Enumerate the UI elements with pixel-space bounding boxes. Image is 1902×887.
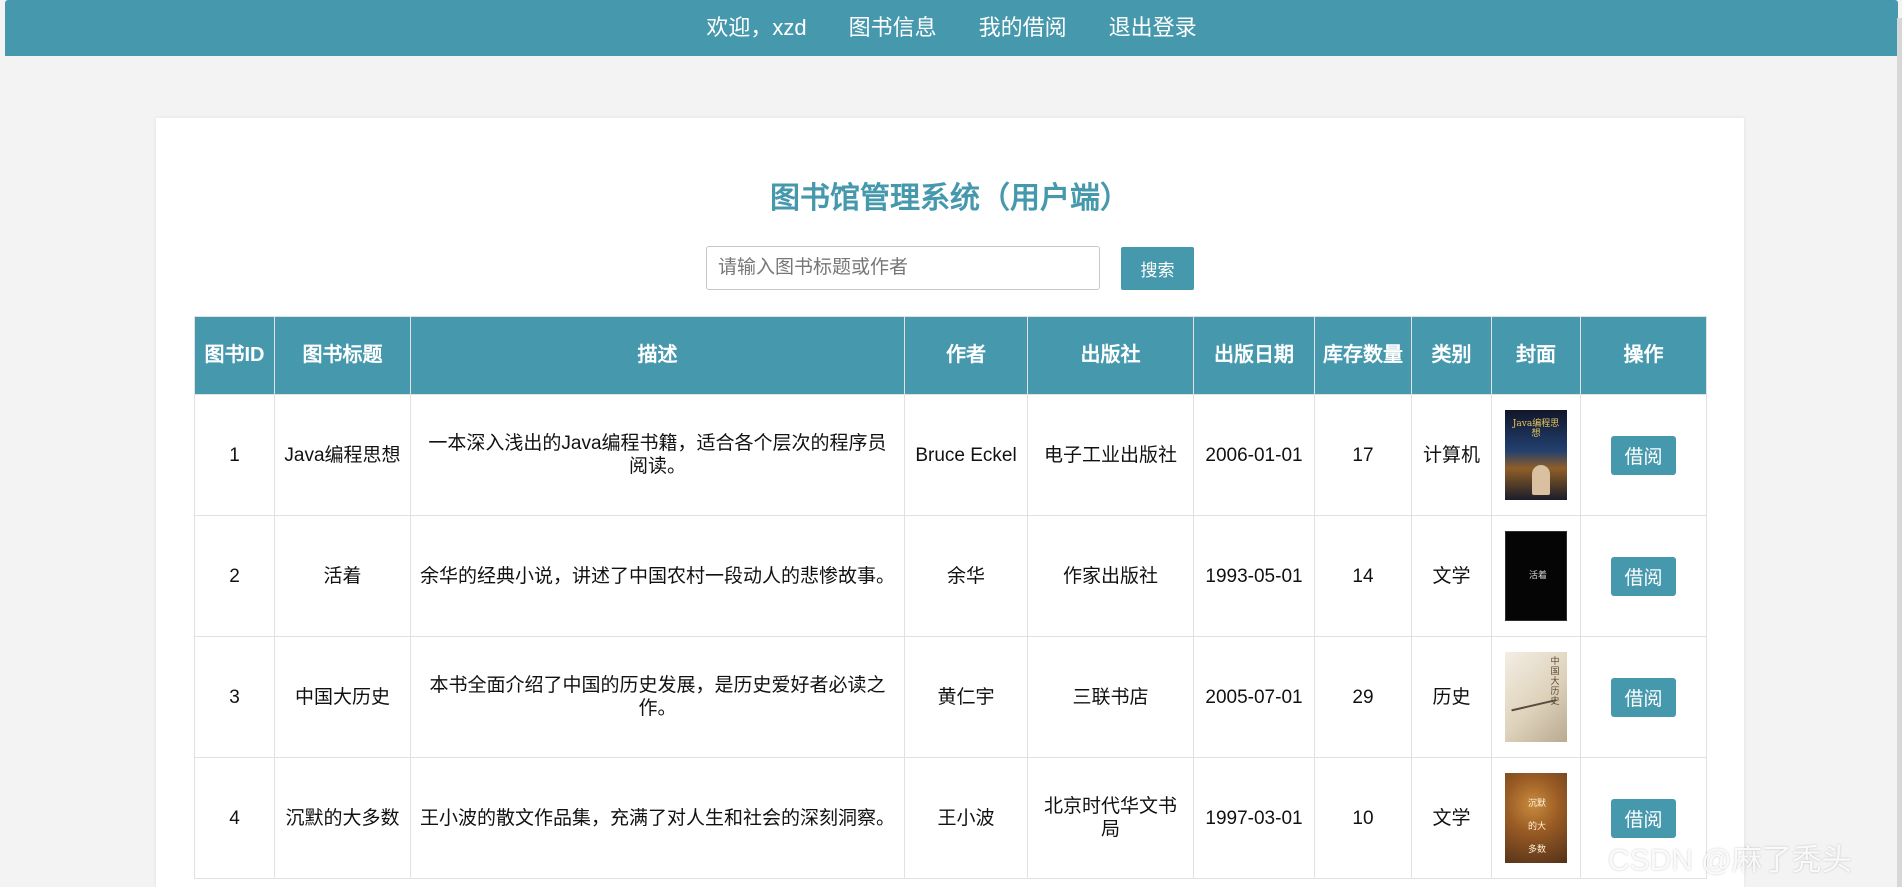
book-cover-cell: Java编程思想 bbox=[1491, 394, 1581, 516]
book-description-cell: 王小波的散文作品集，充满了对人生和社会的深刻洞察。 bbox=[410, 757, 905, 879]
book-action-cell: 借阅 bbox=[1580, 394, 1707, 516]
header-publish-date: 出版日期 bbox=[1193, 316, 1315, 395]
book-id-cell: 4 bbox=[194, 757, 275, 879]
book-category-cell: 计算机 bbox=[1411, 394, 1492, 516]
borrow-button[interactable]: 借阅 bbox=[1611, 677, 1676, 717]
csdn-watermark: CSDN @麻了秃头 bbox=[1608, 844, 1852, 877]
main-panel: 图书馆管理系统（用户端） 搜索 图书ID 图书标题 描述 作者 出版社 出版日期… bbox=[156, 118, 1744, 887]
book-author-cell: Bruce Eckel bbox=[904, 394, 1028, 516]
book-date-cell: 2006-01-01 bbox=[1193, 394, 1315, 516]
book-description-cell: 本书全面介绍了中国的历史发展，是历史爱好者必读之作。 bbox=[410, 636, 905, 758]
book-description-cell: 余华的经典小说，讲述了中国农村一段动人的悲惨故事。 bbox=[410, 515, 905, 637]
vertical-scrollbar[interactable] bbox=[1897, 18, 1902, 887]
book-id-cell: 1 bbox=[194, 394, 275, 516]
header-author: 作者 bbox=[904, 316, 1028, 395]
header-book-id: 图书ID bbox=[194, 316, 275, 395]
book-cover-cell: 中国大历史 bbox=[1491, 636, 1581, 758]
book-title-cell: 中国大历史 bbox=[274, 636, 411, 758]
borrow-button[interactable]: 借阅 bbox=[1611, 556, 1676, 596]
search-button[interactable]: 搜索 bbox=[1121, 247, 1194, 290]
book-publisher-cell: 三联书店 bbox=[1027, 636, 1194, 758]
logout-nav-link[interactable]: 退出登录 bbox=[1109, 0, 1197, 56]
book-stock-cell: 17 bbox=[1314, 394, 1412, 516]
header-category: 类别 bbox=[1411, 316, 1492, 395]
book-id-cell: 2 bbox=[194, 515, 275, 637]
book-stock-cell: 10 bbox=[1314, 757, 1412, 879]
books-table: 图书ID 图书标题 描述 作者 出版社 出版日期 库存数量 类别 封面 操作 1… bbox=[194, 316, 1707, 879]
java-book-cover-image: Java编程思想 bbox=[1505, 410, 1567, 500]
my-borrows-nav-link[interactable]: 我的借阅 bbox=[979, 0, 1067, 56]
book-title-cell: 活着 bbox=[274, 515, 411, 637]
book-action-cell: 借阅 bbox=[1580, 515, 1707, 637]
top-navigation-bar: 欢迎，xzd 图书信息 我的借阅 退出登录 bbox=[5, 0, 1898, 56]
huozhe-book-cover-label: 活着 bbox=[1528, 571, 1547, 581]
borrow-button[interactable]: 借阅 bbox=[1611, 435, 1676, 475]
history-book-cover-image: 中国大历史 bbox=[1505, 652, 1567, 742]
book-category-cell: 文学 bbox=[1411, 515, 1492, 637]
book-action-cell: 借阅 bbox=[1580, 636, 1707, 758]
cover-portrait-shape bbox=[1532, 465, 1550, 495]
book-info-nav-link[interactable]: 图书信息 bbox=[849, 0, 937, 56]
search-input[interactable] bbox=[706, 246, 1100, 290]
cover-brush-stroke bbox=[1511, 699, 1561, 729]
book-title-cell: Java编程思想 bbox=[274, 394, 411, 516]
table-row: 2 活着 余华的经典小说，讲述了中国农村一段动人的悲惨故事。 余华 作家出版社 … bbox=[194, 515, 1707, 637]
header-publisher: 出版社 bbox=[1027, 316, 1194, 395]
book-date-cell: 2005-07-01 bbox=[1193, 636, 1315, 758]
book-publisher-cell: 北京时代华文书局 bbox=[1027, 757, 1194, 879]
silent-majority-book-cover-image: 沉默的大多数 bbox=[1505, 773, 1567, 863]
page-title: 图书馆管理系统（用户端） bbox=[770, 182, 1130, 215]
header-description: 描述 bbox=[410, 316, 905, 395]
book-author-cell: 黄仁宇 bbox=[904, 636, 1028, 758]
book-description-cell: 一本深入浅出的Java编程书籍，适合各个层次的程序员阅读。 bbox=[410, 394, 905, 516]
table-row: 4 沉默的大多数 王小波的散文作品集，充满了对人生和社会的深刻洞察。 王小波 北… bbox=[194, 757, 1707, 879]
book-author-cell: 王小波 bbox=[904, 757, 1028, 879]
header-stock: 库存数量 bbox=[1314, 316, 1412, 395]
header-cover: 封面 bbox=[1491, 316, 1581, 395]
book-category-cell: 历史 bbox=[1411, 636, 1492, 758]
book-stock-cell: 14 bbox=[1314, 515, 1412, 637]
table-row: 3 中国大历史 本书全面介绍了中国的历史发展，是历史爱好者必读之作。 黄仁宇 三… bbox=[194, 636, 1707, 758]
book-author-cell: 余华 bbox=[904, 515, 1028, 637]
book-publisher-cell: 作家出版社 bbox=[1027, 515, 1194, 637]
header-action: 操作 bbox=[1580, 316, 1707, 395]
java-book-cover-label: Java编程思想 bbox=[1512, 419, 1560, 439]
silent-majority-book-cover-label: 沉默的大多数 bbox=[1527, 799, 1546, 855]
book-date-cell: 1993-05-01 bbox=[1193, 515, 1315, 637]
table-row: 1 Java编程思想 一本深入浅出的Java编程书籍，适合各个层次的程序员阅读。… bbox=[194, 394, 1707, 516]
welcome-user-link[interactable]: 欢迎，xzd bbox=[706, 0, 806, 56]
book-date-cell: 1997-03-01 bbox=[1193, 757, 1315, 879]
table-header-row: 图书ID 图书标题 描述 作者 出版社 出版日期 库存数量 类别 封面 操作 bbox=[194, 316, 1707, 395]
book-cover-cell: 活着 bbox=[1491, 515, 1581, 637]
book-id-cell: 3 bbox=[194, 636, 275, 758]
book-stock-cell: 29 bbox=[1314, 636, 1412, 758]
huozhe-book-cover-image: 活着 bbox=[1505, 531, 1567, 621]
book-cover-cell: 沉默的大多数 bbox=[1491, 757, 1581, 879]
book-publisher-cell: 电子工业出版社 bbox=[1027, 394, 1194, 516]
book-title-cell: 沉默的大多数 bbox=[274, 757, 411, 879]
book-category-cell: 文学 bbox=[1411, 757, 1492, 879]
table-header: 图书ID 图书标题 描述 作者 出版社 出版日期 库存数量 类别 封面 操作 bbox=[194, 316, 1707, 395]
borrow-button[interactable]: 借阅 bbox=[1611, 798, 1676, 838]
header-book-title: 图书标题 bbox=[274, 316, 411, 395]
